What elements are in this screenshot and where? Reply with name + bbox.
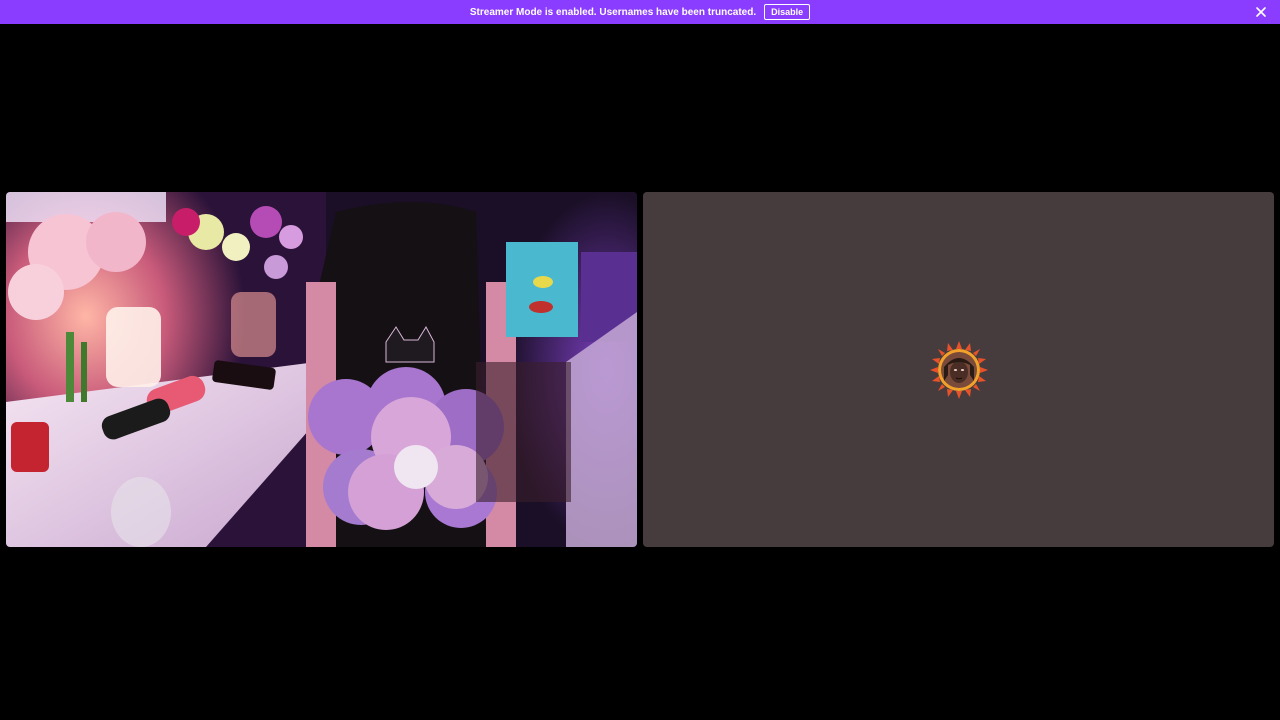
close-icon[interactable]	[1254, 5, 1268, 19]
user-avatar[interactable]	[929, 340, 988, 399]
avatar-image	[929, 340, 988, 399]
camera-feed-image	[6, 192, 637, 547]
call-stage	[0, 24, 1280, 720]
streamer-mode-banner: Streamer Mode is enabled. Usernames have…	[0, 0, 1280, 24]
disable-streamer-mode-button[interactable]: Disable	[764, 4, 811, 20]
avatar-tile[interactable]	[643, 192, 1274, 547]
banner-message: Streamer Mode is enabled. Usernames have…	[469, 6, 757, 18]
video-tile[interactable]	[6, 192, 637, 547]
